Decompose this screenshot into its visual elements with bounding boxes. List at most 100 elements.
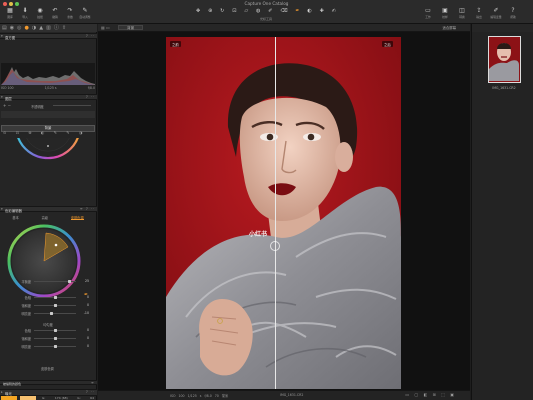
slider-knob[interactable]: [53, 304, 57, 308]
add-layer-icon[interactable]: + −: [3, 103, 11, 108]
slider-knob[interactable]: [68, 280, 72, 284]
slider-track[interactable]: [34, 345, 76, 349]
compare-button[interactable]: ◫ 转换: [454, 8, 470, 22]
capture-tab-icon[interactable]: ◉: [10, 25, 14, 31]
crop-icon[interactable]: ⊡: [232, 8, 236, 16]
auto-adjust-icon: ✎: [82, 7, 88, 14]
library-tab-icon[interactable]: ▤: [2, 25, 7, 31]
details-tab-icon[interactable]: ▲: [39, 25, 43, 31]
redo-button[interactable]: ↷ 重做: [62, 8, 78, 22]
section-controls-icon[interactable]: ? ··: [86, 34, 95, 38]
slider-track[interactable]: [34, 329, 76, 333]
section-controls-icon[interactable]: ✒: [91, 381, 95, 385]
tab-basic[interactable]: 基本: [12, 215, 18, 220]
exposure-tab-icon[interactable]: ◑: [32, 25, 36, 31]
section-controls-icon[interactable]: ? ··: [86, 95, 95, 99]
slider-knob[interactable]: [53, 345, 57, 349]
viewer-tools-icon[interactable]: ▭ ▢ ◧ ⊞ ⬚ ▣: [405, 392, 456, 397]
slider-track[interactable]: [34, 280, 76, 284]
viewer-grid-icon[interactable]: ▦ ▭: [101, 25, 110, 30]
portrait-photo[interactable]: [166, 37, 401, 389]
after-label: 之后: [382, 41, 393, 47]
slider-knob[interactable]: [50, 312, 54, 316]
color-editor-title: 色彩编辑器: [5, 208, 22, 213]
section-controls-icon[interactable]: ? ··: [86, 390, 95, 394]
zoom-icon[interactable]: ⊕: [208, 8, 212, 16]
camera-button[interactable]: ◉ 拍摄: [32, 8, 48, 22]
section-controls-icon[interactable]: ✒ ? ··: [80, 207, 95, 211]
exposure-header[interactable]: ▸ 曝光 ? ··: [0, 389, 97, 396]
process-button[interactable]: ⇪ 输出: [471, 8, 487, 22]
wheel-tool-icons[interactable]: ⊙ ⊡ ⊕ ◐ ✎ ✎ ◑: [3, 130, 86, 135]
opacity-slider[interactable]: [53, 105, 91, 107]
annotate-icon[interactable]: ✍: [332, 8, 336, 16]
grid-button[interactable]: ▦ 图库: [2, 8, 18, 22]
zoom-dropdown[interactable]: 适合屏幕: [442, 25, 456, 30]
help-button[interactable]: ? 帮助: [505, 8, 521, 22]
slider-knob[interactable]: [53, 296, 57, 300]
skin-tone-wheel[interactable]: [6, 223, 82, 299]
histogram-header[interactable]: ▾ 直方图 ? ··: [0, 33, 97, 40]
thumbnail[interactable]: [488, 36, 521, 83]
slider-row: 平衡度 25: [1, 279, 95, 285]
help-icon: ?: [511, 7, 515, 14]
slider-track[interactable]: [34, 296, 76, 300]
cursor-tools-label: 光标工具: [259, 17, 272, 21]
color-editor-header[interactable]: ▾ 色彩编辑器 ✒ ? ··: [0, 206, 97, 213]
gradient-icon[interactable]: ◐: [307, 8, 311, 16]
rotate-icon[interactable]: ↻: [220, 8, 224, 16]
slider-value[interactable]: 0: [87, 328, 89, 332]
slider-track[interactable]: [34, 304, 76, 308]
slider-track[interactable]: [34, 337, 76, 341]
heal-icon[interactable]: ✚: [320, 8, 324, 16]
watermark: 小红书: [249, 231, 268, 238]
auto-adjust-button[interactable]: ✎ 自动调整: [77, 8, 93, 22]
tab-advanced[interactable]: 高级: [42, 215, 48, 220]
redo-icon: ↷: [67, 7, 73, 14]
slider-knob[interactable]: [53, 329, 57, 333]
layer-dropdown[interactable]: 背景: [118, 25, 144, 30]
slider-value[interactable]: 0: [87, 295, 89, 299]
undo-button[interactable]: ↶ 撤销: [47, 8, 63, 22]
slider-value[interactable]: 0: [87, 303, 89, 307]
image-viewer[interactable]: 之前 之后 小红书: [98, 32, 470, 390]
brush-icon[interactable]: ✐: [268, 8, 272, 16]
import-button[interactable]: ⬇ 导入: [17, 8, 33, 22]
slider-track[interactable]: [34, 312, 76, 316]
thumbnail-name: IMG_1631.CR2: [492, 86, 516, 90]
color-tab-icon[interactable]: ●: [24, 25, 28, 31]
slider-knob[interactable]: [53, 337, 57, 341]
slider-label: 饱和度: [21, 304, 31, 308]
toolbar-label: 帮助: [510, 15, 516, 19]
slider-value[interactable]: 0: [87, 344, 89, 348]
proof-button[interactable]: ▣ 校样: [437, 8, 453, 22]
adjust-tab-icon[interactable]: ▥: [46, 25, 51, 31]
metadata-tab-icon[interactable]: ⓘ: [54, 25, 59, 31]
slider-value[interactable]: 25: [85, 279, 89, 283]
lens-tab-icon[interactable]: ◎: [17, 25, 21, 31]
grid-icon: ▦: [7, 7, 13, 14]
color-balance-wheel[interactable]: [5, 138, 91, 182]
browser-toolbar: [472, 24, 533, 32]
workspace-button[interactable]: ▭ 工作: [420, 8, 436, 22]
compare-split-handle[interactable]: [270, 241, 280, 251]
layers-header[interactable]: ▾ 图层 ? ··: [0, 94, 97, 101]
eraser-icon[interactable]: ⌫: [280, 8, 287, 16]
skin-tone-label: 皮肤色调: [41, 367, 54, 371]
slider-value[interactable]: -10: [84, 311, 89, 315]
output-tab-icon[interactable]: ⇪: [62, 25, 66, 31]
compare-split-line[interactable]: [275, 37, 276, 389]
picked-color-header: 被编辑的颜色 ✒: [0, 380, 97, 386]
picked-color-title: 被编辑的颜色: [3, 381, 22, 386]
slider-value[interactable]: 0: [87, 336, 89, 340]
tab-skin-tone[interactable]: 皮肤色调: [70, 215, 84, 220]
color-picker-icon[interactable]: ✒: [295, 8, 299, 16]
collapse-icon: ▾: [1, 207, 3, 211]
pan-icon[interactable]: ✥: [196, 8, 200, 16]
slider-row: 饱和度 0: [1, 303, 95, 309]
camera-tool-icon[interactable]: ◍: [256, 8, 260, 16]
toolbar-label: 工作: [425, 15, 431, 19]
keystone-icon[interactable]: ▱: [244, 8, 248, 16]
edit-button[interactable]: ✐ 编辑变量: [488, 8, 504, 22]
filename-label: IMG_1631.CR2: [280, 393, 304, 397]
